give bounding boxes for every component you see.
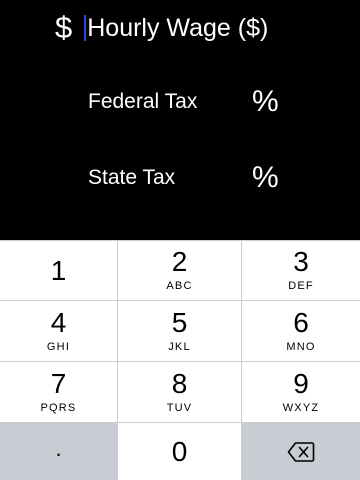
key-letters: ABC (166, 280, 193, 292)
hourly-wage-placeholder: Hourly Wage ($) (87, 14, 269, 42)
decimal-key[interactable]: . (0, 423, 117, 480)
tax-form: $ Hourly Wage ($) Federal Tax % State Ta… (0, 0, 360, 240)
text-caret (84, 15, 87, 41)
key-7[interactable]: 7 PQRS (0, 362, 117, 422)
decimal-point: . (55, 435, 62, 461)
key-digit: 6 (293, 306, 309, 338)
state-tax-percent-symbol: % (252, 161, 279, 194)
numeric-keypad: 1 2 ABC 3 DEF 4 GHI 5 JKL 6 MNO 7 PQRS 8… (0, 240, 360, 480)
federal-tax-input[interactable]: Federal Tax (88, 90, 252, 114)
key-3[interactable]: 3 DEF (242, 241, 360, 300)
currency-symbol: $ (55, 10, 73, 45)
key-4[interactable]: 4 GHI (0, 301, 117, 361)
key-digit: 8 (171, 367, 188, 399)
key-digit: 1 (50, 254, 67, 286)
hourly-wage-input[interactable]: Hourly Wage ($) (84, 8, 268, 48)
key-digit: 4 (50, 306, 67, 338)
key-digit: 2 (171, 246, 188, 277)
key-1[interactable]: 1 (0, 241, 117, 300)
key-letters: JKL (168, 340, 191, 353)
hourly-wage-row: $ Hourly Wage ($) (55, 8, 268, 48)
key-letters: MNO (286, 340, 316, 353)
key-digit: 0 (171, 435, 188, 467)
federal-tax-percent-symbol: % (252, 85, 279, 118)
state-tax-row: State Tax % (88, 160, 279, 196)
key-letters: TUV (166, 401, 193, 414)
key-digit: 7 (50, 367, 67, 399)
key-letters: WXYZ (282, 401, 320, 414)
key-letters: GHI (46, 340, 71, 353)
key-digit: 5 (171, 306, 188, 338)
key-digit: 9 (293, 367, 309, 399)
key-letters: PQRS (40, 401, 77, 414)
key-0[interactable]: 0 (118, 423, 241, 480)
key-8[interactable]: 8 TUV (118, 362, 241, 422)
key-digit: 3 (293, 246, 309, 277)
key-5[interactable]: 5 JKL (118, 301, 241, 361)
backspace-key[interactable] (242, 423, 360, 480)
key-2[interactable]: 2 ABC (118, 241, 241, 300)
backspace-icon (287, 441, 315, 462)
state-tax-input[interactable]: State Tax (88, 166, 252, 190)
key-6[interactable]: 6 MNO (242, 301, 360, 361)
key-letters: DEF (288, 280, 314, 292)
key-9[interactable]: 9 WXYZ (242, 362, 360, 422)
federal-tax-row: Federal Tax % (88, 84, 279, 120)
